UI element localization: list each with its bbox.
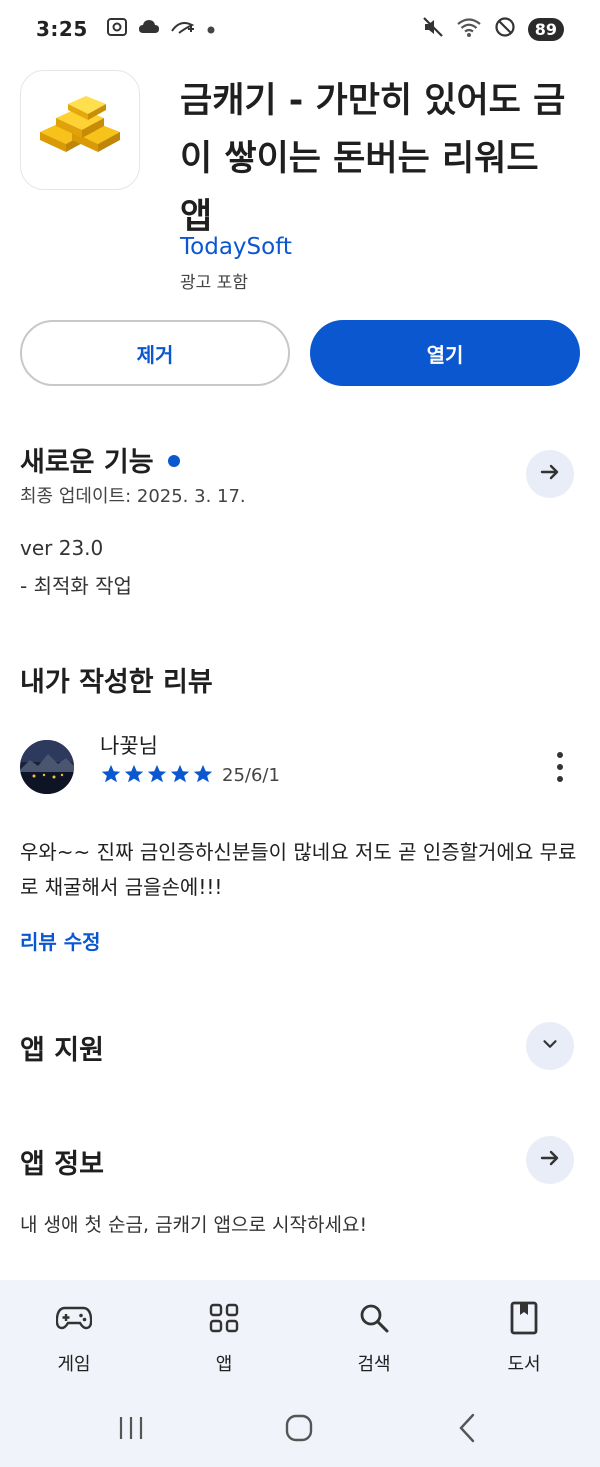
- star-rating: [100, 763, 214, 789]
- edit-review-link[interactable]: 리뷰 수정: [20, 926, 101, 955]
- nav-item-games[interactable]: 게임: [14, 1298, 134, 1376]
- ads-note: 광고 포함: [180, 273, 248, 293]
- review-date: 25/6/1: [222, 765, 280, 786]
- app-description: 내 생애 첫 순금, 금캐기 앱으로 시작하세요!: [20, 1214, 368, 1236]
- version-text: ver 23.0: [20, 536, 104, 560]
- app-info-arrow-button[interactable]: [526, 1136, 574, 1184]
- arrow-right-icon: [538, 1146, 562, 1174]
- my-review-title: 내가 작성한 리뷰: [20, 667, 213, 698]
- status-system-icons: 89: [422, 16, 564, 42]
- star-icon: [146, 763, 168, 789]
- do-not-disturb-icon: [494, 16, 516, 42]
- whats-new-title: 새로운 기능: [20, 447, 154, 478]
- release-notes: - 최적화 작업: [20, 574, 132, 598]
- review-more-menu-icon[interactable]: [548, 752, 572, 782]
- disney-plus-icon: [170, 17, 196, 41]
- chevron-down-icon: [539, 1033, 561, 1059]
- app-support-title[interactable]: 앱 지원: [20, 1028, 104, 1067]
- battery-badge: 89: [527, 17, 564, 41]
- nav-item-books[interactable]: 도서: [464, 1298, 584, 1376]
- status-bar: 3:25 89: [0, 0, 600, 58]
- recent-apps-button[interactable]: [116, 1410, 146, 1446]
- reviewer-name: 나꽃님: [100, 734, 158, 758]
- search-icon: [358, 1298, 390, 1338]
- status-notification-icons: [106, 16, 216, 42]
- app-icon: [20, 70, 140, 190]
- home-button[interactable]: [282, 1410, 316, 1446]
- app-title: 금캐기 - 가만히 있어도 금이 쌓이는 돈버는 리워드 앱: [180, 81, 566, 237]
- last-updated: 최종 업데이트: 2025. 3. 17.: [20, 486, 246, 507]
- new-indicator-dot: [167, 454, 180, 467]
- nav-label-games: 게임: [57, 1354, 91, 1375]
- back-button[interactable]: [452, 1410, 482, 1446]
- app-support-expand-button[interactable]: [526, 1022, 574, 1070]
- mute-icon: [422, 16, 444, 42]
- developer-link[interactable]: TodaySoft: [180, 234, 292, 260]
- nav-item-apps[interactable]: 앱: [164, 1298, 284, 1376]
- bottom-navigation: 게임 앱 검색 도서: [0, 1280, 600, 1467]
- gamepad-icon: [56, 1298, 92, 1338]
- star-icon: [100, 763, 122, 789]
- star-icon: [192, 763, 214, 789]
- open-button[interactable]: 열기: [310, 320, 580, 386]
- star-icon: [169, 763, 191, 789]
- nav-label-search: 검색: [357, 1354, 391, 1375]
- gold-bars-icon: [32, 92, 128, 168]
- book-icon: [510, 1298, 538, 1338]
- review-text: 우와~~ 진짜 금인증하신분들이 많네요 저도 곧 인증할거에요 무료로 채굴해…: [20, 840, 577, 899]
- nav-item-search[interactable]: 검색: [314, 1298, 434, 1376]
- whats-new-header[interactable]: 새로운 기능: [20, 440, 180, 479]
- whats-new-arrow-button[interactable]: [526, 450, 574, 498]
- star-icon: [123, 763, 145, 789]
- remove-button[interactable]: 제거: [20, 320, 290, 386]
- nav-label-books: 도서: [507, 1354, 541, 1375]
- app-info-title[interactable]: 앱 정보: [20, 1142, 104, 1181]
- cloud-icon: [138, 18, 160, 40]
- screenshot-icon: [106, 16, 128, 42]
- dot-icon: [206, 20, 216, 39]
- arrow-right-icon: [538, 460, 562, 488]
- status-time: 3:25: [36, 17, 88, 41]
- apps-grid-icon: [209, 1298, 239, 1338]
- avatar: [20, 740, 74, 794]
- nav-label-apps: 앱: [215, 1354, 233, 1375]
- wifi-icon: [456, 16, 482, 42]
